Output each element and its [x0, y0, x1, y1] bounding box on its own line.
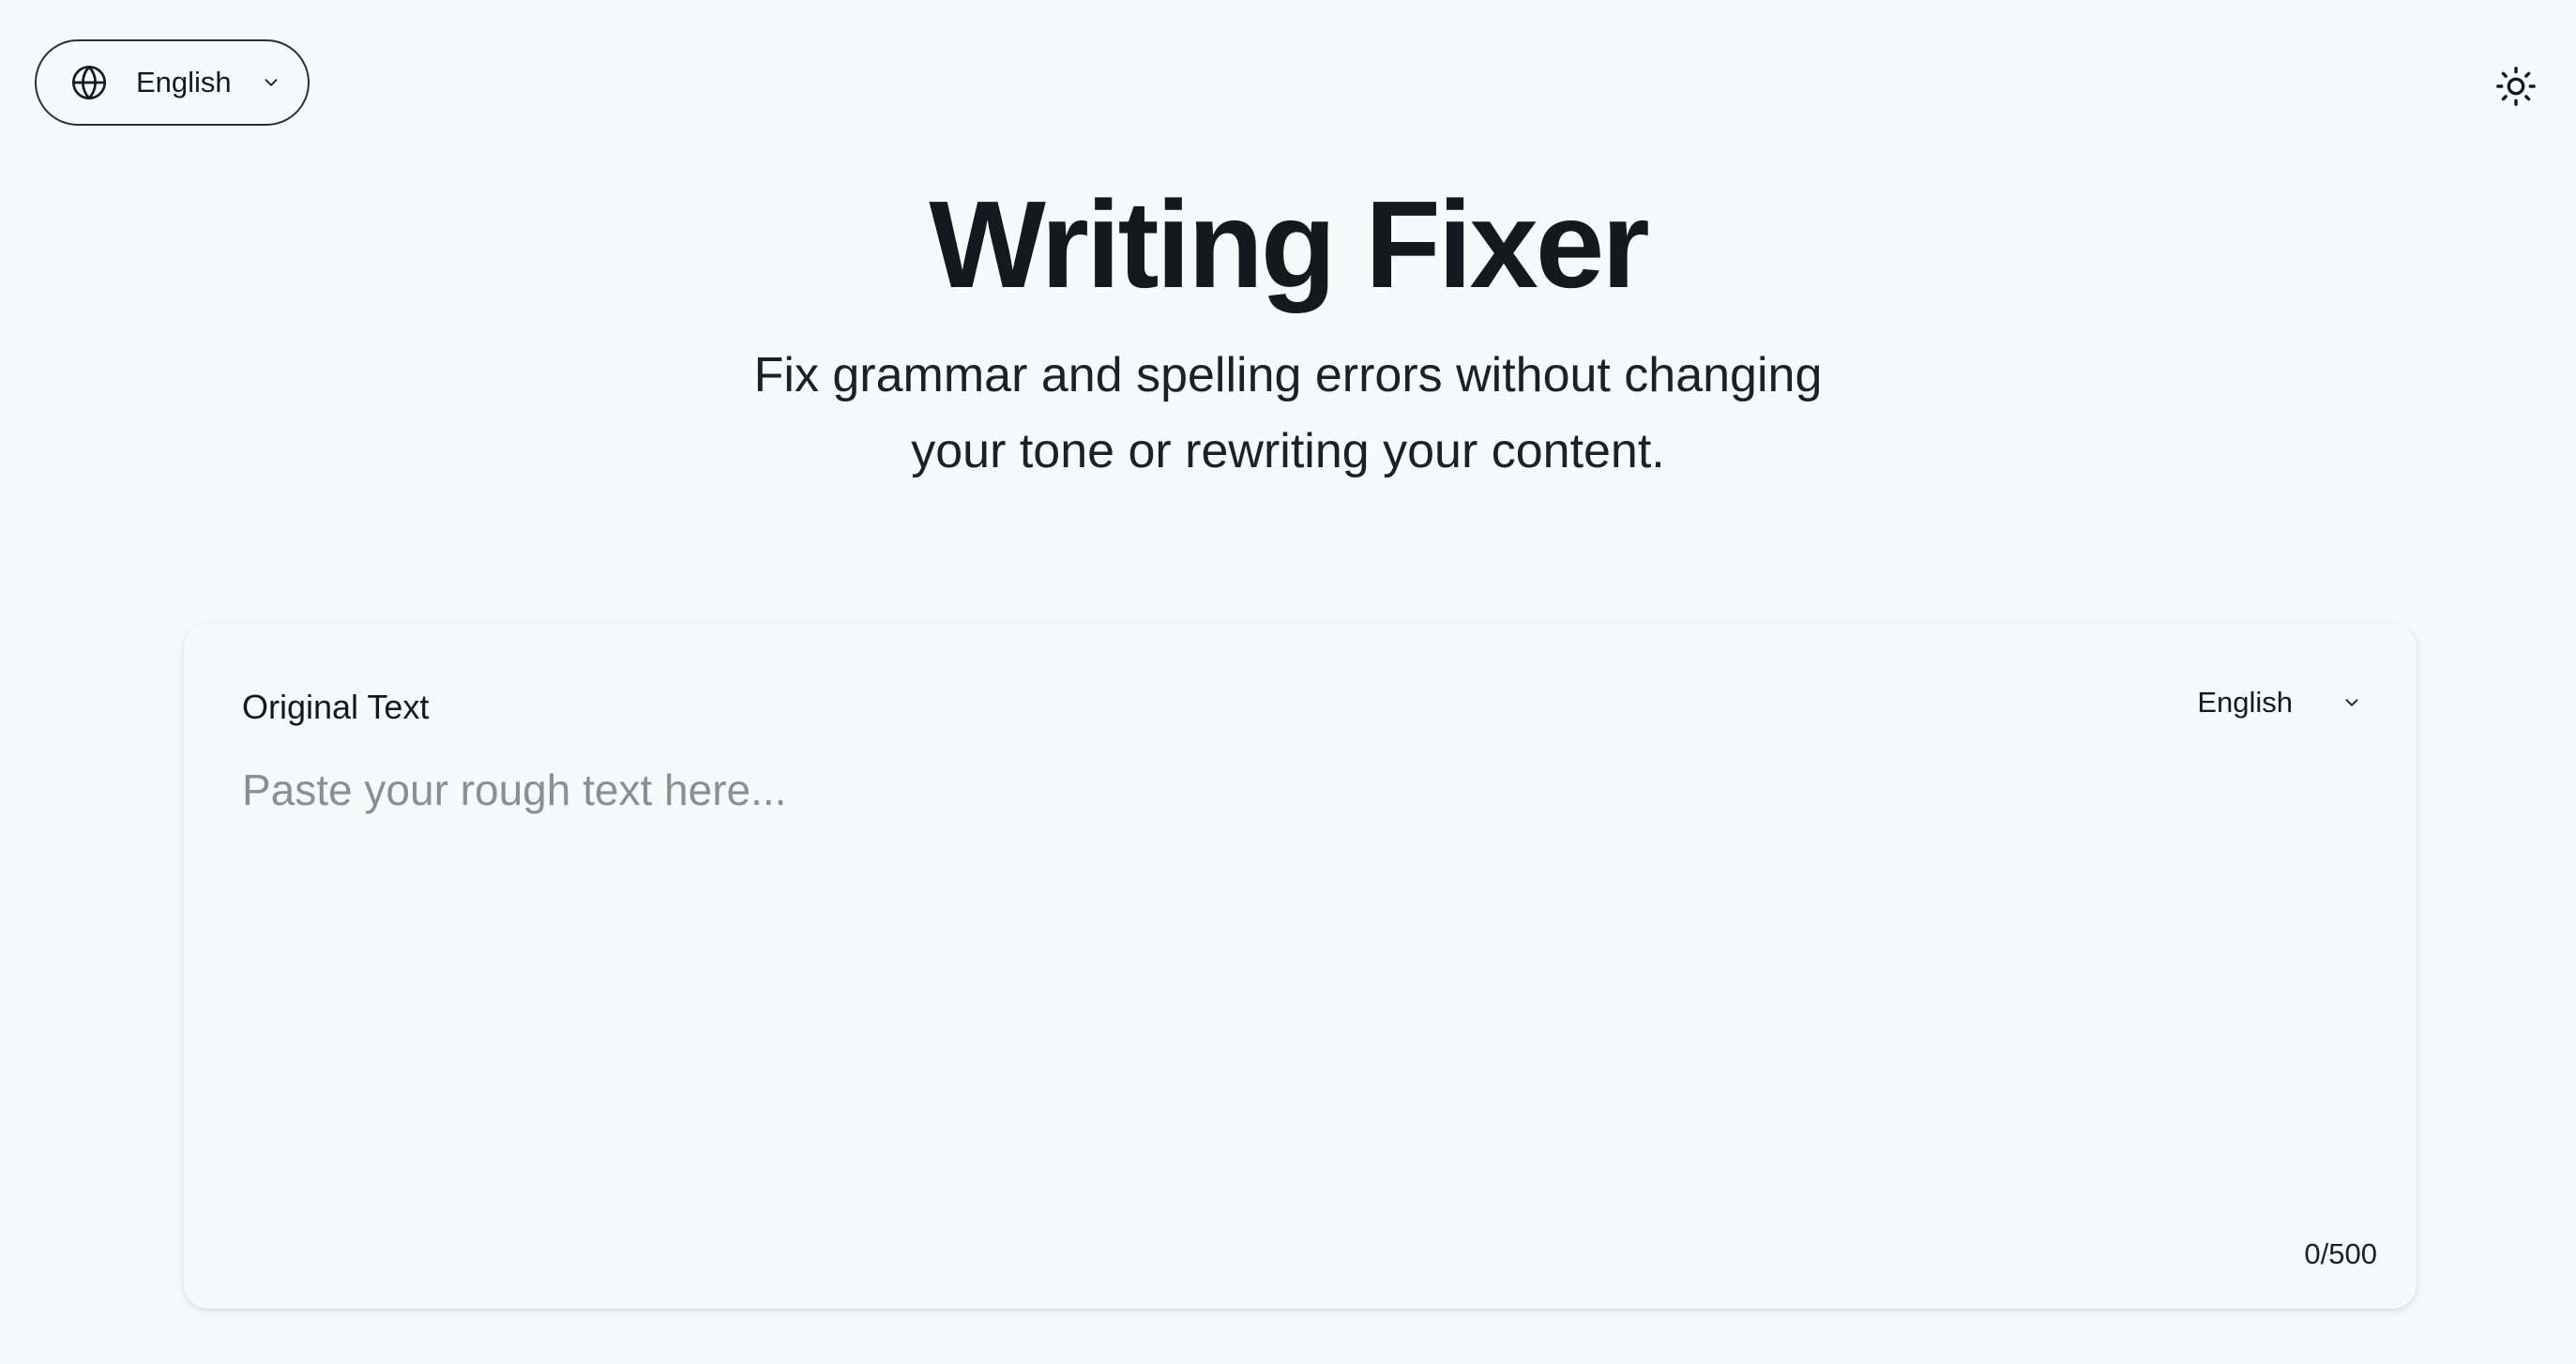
chevron-down-icon: [261, 72, 281, 93]
editor-label: Original Text: [242, 688, 430, 726]
original-text-input[interactable]: [242, 763, 2358, 1213]
page-title: Writing Fixer: [929, 175, 1649, 313]
page-subtitle: Fix grammar and spelling errors without …: [0, 338, 2576, 490]
theme-toggle-button[interactable]: [2493, 64, 2538, 109]
page: English Writing Fixer Fix grammar and sp…: [0, 0, 2576, 1364]
editor-language-select[interactable]: English: [2197, 686, 2362, 720]
chevron-down-icon: [2341, 692, 2362, 713]
language-selector[interactable]: English: [35, 39, 310, 126]
subtitle-line-1: Fix grammar and spelling errors without …: [753, 348, 1823, 402]
editor-card: Original Text English 0/500: [184, 624, 2417, 1309]
sun-icon: [2494, 65, 2538, 108]
language-selector-label: English: [136, 66, 232, 99]
globe-icon: [70, 64, 108, 101]
character-counter: 0/500: [2304, 1237, 2377, 1270]
subtitle-line-2: your tone or rewriting your content.: [911, 424, 1665, 478]
editor-language-value: English: [2197, 686, 2293, 719]
